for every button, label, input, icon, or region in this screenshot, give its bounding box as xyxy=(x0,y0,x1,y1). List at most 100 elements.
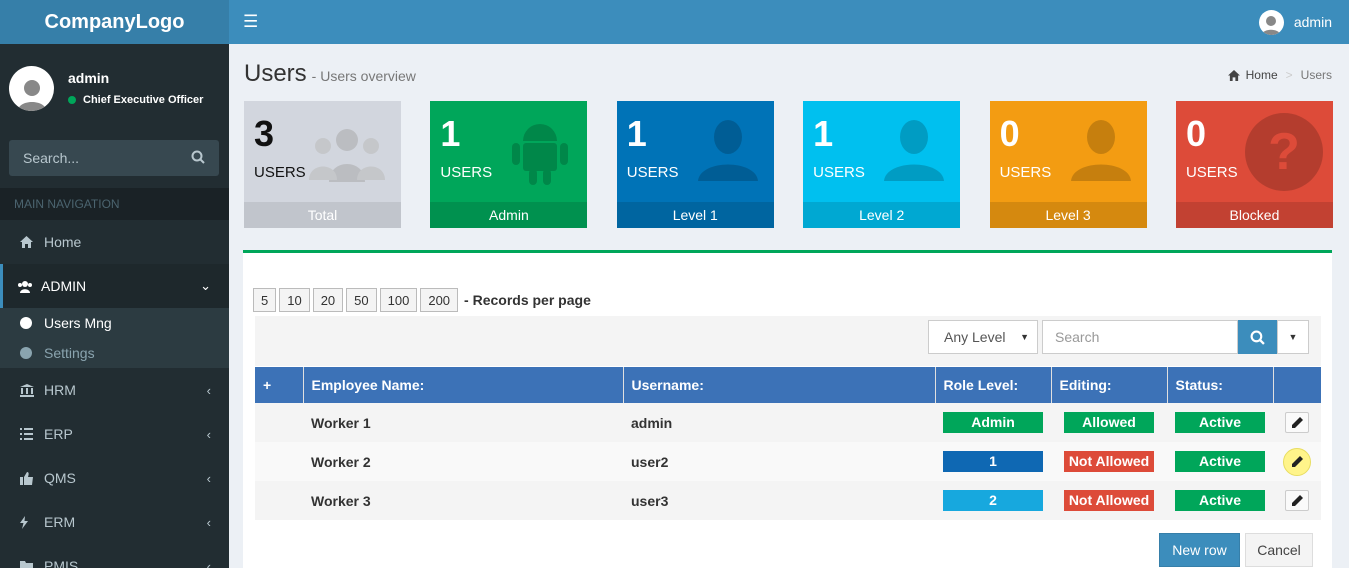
user-silhouette-icon xyxy=(884,119,945,186)
new-row-button[interactable]: New row xyxy=(1159,533,1240,567)
user-silhouette-icon xyxy=(1070,119,1131,186)
column-header-editing[interactable]: Editing: xyxy=(1051,367,1168,403)
breadcrumb-separator: > xyxy=(1285,68,1293,82)
page-title: Users xyxy=(244,60,307,87)
edit-row-button[interactable] xyxy=(1285,412,1309,433)
avatar xyxy=(9,65,54,111)
search-options-dropdown[interactable]: ▼ xyxy=(1277,320,1309,354)
sidebar-item-admin[interactable]: ADMIN ⌄ xyxy=(0,264,229,308)
editing-badge: Not Allowed xyxy=(1064,451,1154,472)
sidebar-item-pmis[interactable]: PMIS ‹ xyxy=(0,544,229,568)
online-status-dot xyxy=(68,96,76,104)
user-panel: admin Chief Executive Officer xyxy=(0,44,229,132)
thumbs-up-icon xyxy=(20,471,44,485)
users-table: + Employee Name: Username: Role Level: E… xyxy=(255,367,1321,520)
sidebar-search-input[interactable]: Search... xyxy=(9,140,219,176)
home-icon xyxy=(1227,69,1240,81)
records-option-10[interactable]: 10 xyxy=(279,288,310,312)
breadcrumb-home-link[interactable]: Home xyxy=(1246,68,1278,82)
level-select[interactable]: Any Level ▼ xyxy=(928,320,1038,354)
stat-box-level-2[interactable]: 1 USERS Level 2 xyxy=(803,101,961,228)
sidebar-item-erp[interactable]: ERP ‹ xyxy=(0,412,229,456)
table-header-row: + Employee Name: Username: Role Level: E… xyxy=(255,367,1321,403)
sidebar-item-hrm[interactable]: HRM ‹ xyxy=(0,368,229,412)
table-row[interactable]: Worker 2 user2 1 Not Allowed Active xyxy=(255,442,1321,481)
sidebar-user-name: admin xyxy=(68,70,110,86)
column-header-role-level[interactable]: Role Level: xyxy=(935,367,1052,403)
top-user-menu[interactable]: admin xyxy=(1258,9,1332,35)
sidebar-search-placeholder: Search... xyxy=(23,150,80,166)
company-logo[interactable]: CompanyLogo xyxy=(0,0,229,44)
hamburger-menu-icon[interactable]: ☰ xyxy=(243,12,258,32)
records-option-50[interactable]: 50 xyxy=(346,288,377,312)
page-subtitle: - Users overview xyxy=(311,68,416,84)
add-row-header-button[interactable]: + xyxy=(255,367,304,403)
chevron-left-icon: ‹ xyxy=(206,470,211,486)
sidebar-subitem-users-mng[interactable]: Users Mng xyxy=(0,308,229,338)
status-badge: Active xyxy=(1175,412,1265,433)
svg-text:?: ? xyxy=(1268,123,1300,181)
top-user-name: admin xyxy=(1293,14,1332,30)
users-icon xyxy=(17,280,41,293)
pencil-icon xyxy=(1291,456,1303,467)
records-option-5[interactable]: 5 xyxy=(253,288,277,312)
table-search-input[interactable] xyxy=(1042,320,1238,354)
pencil-icon xyxy=(1291,495,1303,506)
chevron-left-icon: ‹ xyxy=(206,426,211,442)
column-header-status[interactable]: Status: xyxy=(1167,367,1274,403)
caret-down-icon: ▼ xyxy=(1020,332,1029,342)
column-header-actions xyxy=(1273,367,1321,403)
role-badge: 2 xyxy=(943,490,1043,511)
stat-box-admin[interactable]: 1 USERS Admin xyxy=(430,101,588,228)
employee-name-cell: Worker 1 xyxy=(311,414,371,431)
records-per-page: 5 10 20 50 100 200 - Records per page xyxy=(253,288,591,312)
edit-row-button[interactable] xyxy=(1283,447,1311,476)
sidebar-item-qms[interactable]: QMS ‹ xyxy=(0,456,229,500)
sidebar-item-erm[interactable]: ERM ‹ xyxy=(0,500,229,544)
search-button[interactable] xyxy=(1238,320,1277,354)
avatar xyxy=(1258,9,1284,35)
search-icon xyxy=(1250,330,1265,345)
sidebar: CompanyLogo admin Chief Executive Office… xyxy=(0,0,229,568)
main-content: Users - Users overview Home > Users 3 US… xyxy=(229,44,1349,568)
role-badge: 1 xyxy=(943,451,1043,472)
records-option-100[interactable]: 100 xyxy=(379,288,418,312)
username-cell: user3 xyxy=(631,492,669,509)
records-option-200[interactable]: 200 xyxy=(420,288,459,312)
android-icon xyxy=(509,119,571,190)
group-icon xyxy=(307,126,387,187)
user-silhouette-icon xyxy=(697,119,758,186)
records-option-20[interactable]: 20 xyxy=(312,288,344,312)
circle-icon xyxy=(20,317,32,329)
chevron-left-icon: ‹ xyxy=(206,382,211,398)
column-header-employee-name[interactable]: Employee Name: xyxy=(303,367,624,403)
sidebar-subitem-settings[interactable]: Settings xyxy=(0,338,229,368)
column-header-username[interactable]: Username: xyxy=(623,367,936,403)
table-row[interactable]: Worker 1 admin Admin Allowed Active xyxy=(255,403,1321,442)
table-row[interactable]: Worker 3 user3 2 Not Allowed Active xyxy=(255,481,1321,520)
nav-header: MAIN NAVIGATION xyxy=(0,188,229,220)
editing-badge: Allowed xyxy=(1064,412,1154,433)
caret-down-icon: ▼ xyxy=(1288,332,1298,342)
filter-toolbar: Any Level ▼ ▼ xyxy=(255,316,1321,366)
admin-submenu: Users Mng Settings xyxy=(0,308,229,368)
stat-box-level-3[interactable]: 0 USERS Level 3 xyxy=(989,101,1147,228)
breadcrumb-current: Users xyxy=(1300,68,1332,82)
circle-icon xyxy=(20,347,32,359)
bolt-icon xyxy=(20,515,44,529)
pencil-icon xyxy=(1291,417,1303,428)
role-badge: Admin xyxy=(943,412,1043,433)
bank-icon xyxy=(20,383,44,397)
stat-box-total[interactable]: 3 USERS Total xyxy=(244,101,401,228)
edit-row-button[interactable] xyxy=(1285,490,1309,511)
question-circle-icon: ? xyxy=(1244,113,1323,196)
status-badge: Active xyxy=(1175,490,1265,511)
stat-box-blocked[interactable]: 0 USERS ? Blocked xyxy=(1175,101,1333,228)
search-icon[interactable] xyxy=(191,150,205,167)
sidebar-item-home[interactable]: Home xyxy=(0,220,229,264)
stat-box-level-1[interactable]: 1 USERS Level 1 xyxy=(616,101,774,228)
cancel-button[interactable]: Cancel xyxy=(1245,533,1313,567)
top-navbar: ☰ admin xyxy=(229,0,1349,44)
chevron-left-icon: ‹ xyxy=(206,514,211,530)
folder-icon xyxy=(20,560,44,568)
